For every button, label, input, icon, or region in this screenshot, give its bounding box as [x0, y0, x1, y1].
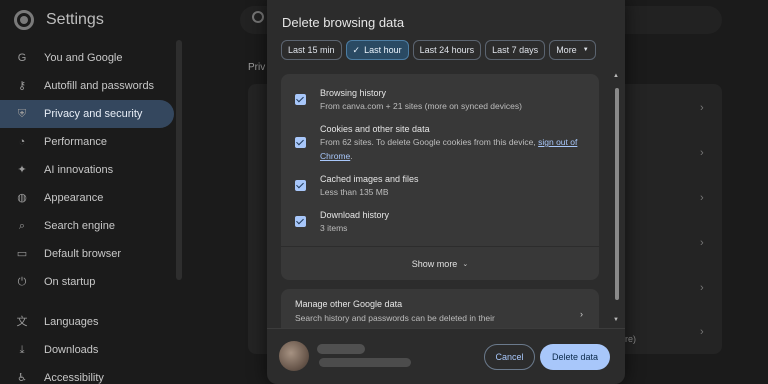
search-icon: ⌕	[18, 220, 26, 232]
show-more-label: Show more	[411, 259, 458, 269]
sidebar-item-label: You and Google	[44, 52, 123, 64]
sidebar-item-privacy[interactable]: ⛨ Privacy and security	[0, 100, 174, 128]
cookies-subtitle-text: From 62 sites. To delete Google cookies …	[320, 137, 536, 147]
cookies-subtitle-end: .	[350, 151, 353, 161]
checkbox-browsing-history[interactable]	[295, 94, 306, 105]
chip-last-15-min[interactable]: Last 15 min	[281, 40, 342, 60]
data-types-panel: Browsing history From canva.com + 21 sit…	[281, 74, 599, 280]
chrome-logo-icon	[14, 10, 34, 30]
dialog-title: Delete browsing data	[282, 15, 405, 30]
caret-down-icon: ▼	[582, 47, 589, 53]
divider	[281, 246, 599, 247]
settings-sidebar: G You and Google ⚷ Autofill and password…	[0, 44, 176, 384]
translate-icon: 文	[16, 316, 28, 328]
sidebar-item-languages[interactable]: 文 Languages	[0, 308, 176, 336]
sidebar-item-label: Privacy and security	[44, 108, 143, 120]
section-label: Priv	[248, 62, 266, 73]
sidebar-item-search-engine[interactable]: ⌕ Search engine	[0, 212, 176, 240]
cancel-button[interactable]: Cancel	[484, 344, 535, 370]
accessibility-icon: ♿	[17, 372, 27, 384]
delete-browsing-data-dialog: Delete browsing data Last 15 min ✓ Last …	[267, 0, 625, 384]
manage-title: Manage other Google data	[295, 299, 403, 309]
chevron-right-icon: ›	[700, 282, 704, 294]
sidebar-scrollbar[interactable]	[176, 40, 182, 280]
delete-data-button[interactable]: Delete data	[540, 344, 610, 370]
scroll-up-arrow-icon[interactable]: ▲	[613, 73, 619, 79]
footer-divider	[267, 328, 625, 329]
avatar	[279, 341, 309, 371]
sparkle-icon: ✦	[17, 164, 27, 176]
checkbox-cookies[interactable]	[295, 137, 306, 148]
chevron-right-icon: ›	[700, 237, 704, 249]
chip-label: Last 15 min	[288, 45, 335, 55]
item-subtitle: 3 items	[320, 223, 348, 233]
sidebar-item-label: AI innovations	[44, 164, 114, 176]
sidebar-item-label: Accessibility	[44, 372, 104, 384]
sidebar-item-accessibility[interactable]: ♿ Accessibility	[0, 364, 176, 384]
sidebar-item-ai-innovations[interactable]: ✦ AI innovations	[0, 156, 176, 184]
chip-more-dropdown[interactable]: More ▼	[549, 40, 596, 60]
chevron-right-icon: ›	[700, 147, 704, 159]
item-title: Cached images and files	[320, 174, 419, 184]
sidebar-item-label: Performance	[44, 136, 107, 148]
chevron-right-icon: ›	[580, 309, 583, 319]
manage-google-data-row[interactable]: Manage other Google data Search history …	[281, 289, 599, 329]
settings-title: Settings	[46, 11, 104, 28]
sidebar-item-label: Default browser	[44, 248, 122, 260]
item-title: Cookies and other site data	[320, 124, 430, 134]
chevron-right-icon: ›	[700, 192, 704, 204]
sidebar-item-label: Search engine	[44, 220, 115, 232]
manage-subtitle: Search history and passwords can be dele…	[295, 313, 495, 323]
sidebar-item-appearance[interactable]: ◍ Appearance	[0, 184, 176, 212]
chevron-right-icon: ›	[700, 326, 704, 338]
chip-label: Last hour	[364, 45, 402, 55]
redacted-account-name	[317, 344, 365, 354]
chip-last-24-hours[interactable]: Last 24 hours	[412, 40, 482, 60]
show-more-button[interactable]: Show more ⌄	[281, 248, 599, 280]
redacted-account-email	[319, 358, 411, 367]
sidebar-item-autofill[interactable]: ⚷ Autofill and passwords	[0, 72, 176, 100]
search-icon	[252, 11, 264, 23]
chevron-right-icon: ›	[700, 102, 704, 114]
check-icon: ✓	[352, 44, 361, 55]
chip-last-7-days[interactable]: Last 7 days	[485, 40, 546, 60]
key-icon: ⚷	[17, 80, 27, 92]
google-g-icon: G	[17, 52, 27, 64]
checkbox-cached-images[interactable]	[295, 180, 306, 191]
sidebar-item-performance[interactable]: ◔ Performance	[0, 128, 176, 156]
sidebar-item-label: Languages	[44, 316, 99, 328]
sidebar-item-label: Autofill and passwords	[44, 80, 155, 92]
sidebar-item-on-startup[interactable]: ⏻ On startup	[0, 268, 176, 296]
sidebar-item-label: Downloads	[44, 344, 99, 356]
chip-label: Last 7 days	[492, 45, 539, 55]
palette-icon: ◍	[17, 192, 27, 204]
power-icon: ⏻	[17, 276, 27, 288]
shield-icon: ⛨	[17, 108, 27, 120]
browser-window-icon: ▭	[16, 248, 28, 260]
sidebar-item-you-and-google[interactable]: G You and Google	[0, 44, 176, 72]
chip-last-hour[interactable]: ✓ Last hour	[345, 40, 409, 60]
speedometer-icon: ◔	[18, 136, 26, 148]
item-subtitle: Less than 135 MB	[320, 187, 389, 197]
sidebar-item-downloads[interactable]: ⤓ Downloads	[0, 336, 176, 364]
dialog-scrollbar-thumb[interactable]	[615, 88, 619, 300]
chip-label: Last 24 hours	[419, 45, 475, 55]
chevron-down-icon: ⌄	[462, 261, 469, 268]
item-subtitle: From 62 sites. To delete Google cookies …	[320, 135, 590, 163]
chip-label: More	[556, 45, 577, 55]
download-icon: ⤓	[19, 344, 25, 356]
sidebar-item-label: On startup	[44, 276, 96, 288]
item-title: Browsing history	[320, 88, 387, 98]
item-title: Download history	[320, 210, 390, 220]
item-subtitle: From canva.com + 21 sites (more on synce…	[320, 101, 522, 111]
time-range-chips: Last 15 min ✓ Last hour Last 24 hours La…	[281, 40, 596, 60]
sidebar-item-default-browser[interactable]: ▭ Default browser	[0, 240, 176, 268]
scroll-down-arrow-icon[interactable]: ▼	[613, 317, 619, 323]
sidebar-item-label: Appearance	[44, 192, 104, 204]
checkbox-download-history[interactable]	[295, 216, 306, 227]
